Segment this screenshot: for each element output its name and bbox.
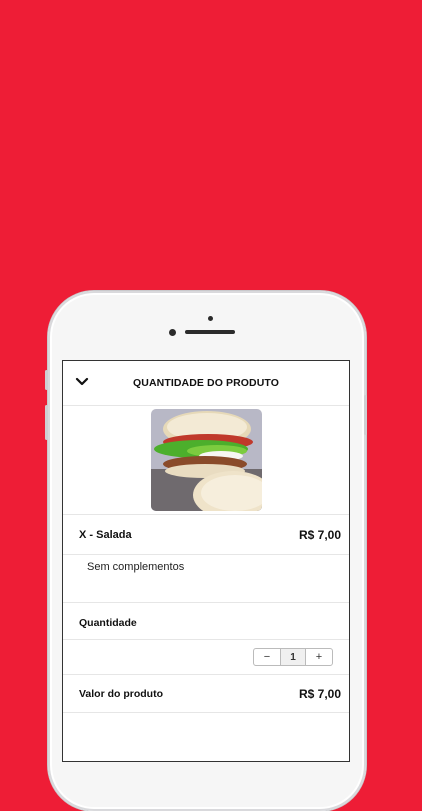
- quantity-stepper: − 1 +: [253, 648, 333, 666]
- total-value: R$ 7,00: [298, 686, 341, 701]
- product-name: X - Salada: [79, 528, 132, 541]
- app-header: QUANTIDADE DO PRODUTO: [63, 361, 349, 406]
- quantity-label-row: Quantidade: [63, 603, 349, 640]
- decrement-button[interactable]: −: [254, 649, 280, 665]
- total-label: Valor do produto: [79, 687, 163, 700]
- burger-photo: [150, 409, 262, 511]
- quantity-value: 1: [280, 649, 306, 665]
- quantity-label: Quantidade: [79, 617, 137, 629]
- page-title: QUANTIDADE DO PRODUTO: [133, 377, 279, 389]
- complements-text: Sem complementos: [87, 561, 185, 573]
- total-row: Valor do produto R$ 7,00: [63, 675, 349, 713]
- increment-button[interactable]: +: [306, 649, 332, 665]
- power-button: [364, 395, 367, 435]
- complements-row: Sem complementos: [63, 555, 349, 603]
- volume-up-button: [45, 405, 48, 440]
- product-image-area: [63, 406, 349, 515]
- mute-switch: [45, 370, 48, 390]
- sensor-dot: [208, 316, 213, 321]
- product-row: X - Salada R$ 7,00: [63, 515, 349, 555]
- chevron-down-icon[interactable]: [75, 375, 89, 389]
- app-screen: QUANTIDADE DO PRODUTO X - Salada R$ 7,00…: [62, 360, 350, 762]
- earpiece-speaker: [185, 330, 235, 334]
- quantity-stepper-row: − 1 +: [63, 640, 349, 675]
- product-price: R$ 7,00: [298, 527, 341, 542]
- front-camera: [169, 329, 176, 336]
